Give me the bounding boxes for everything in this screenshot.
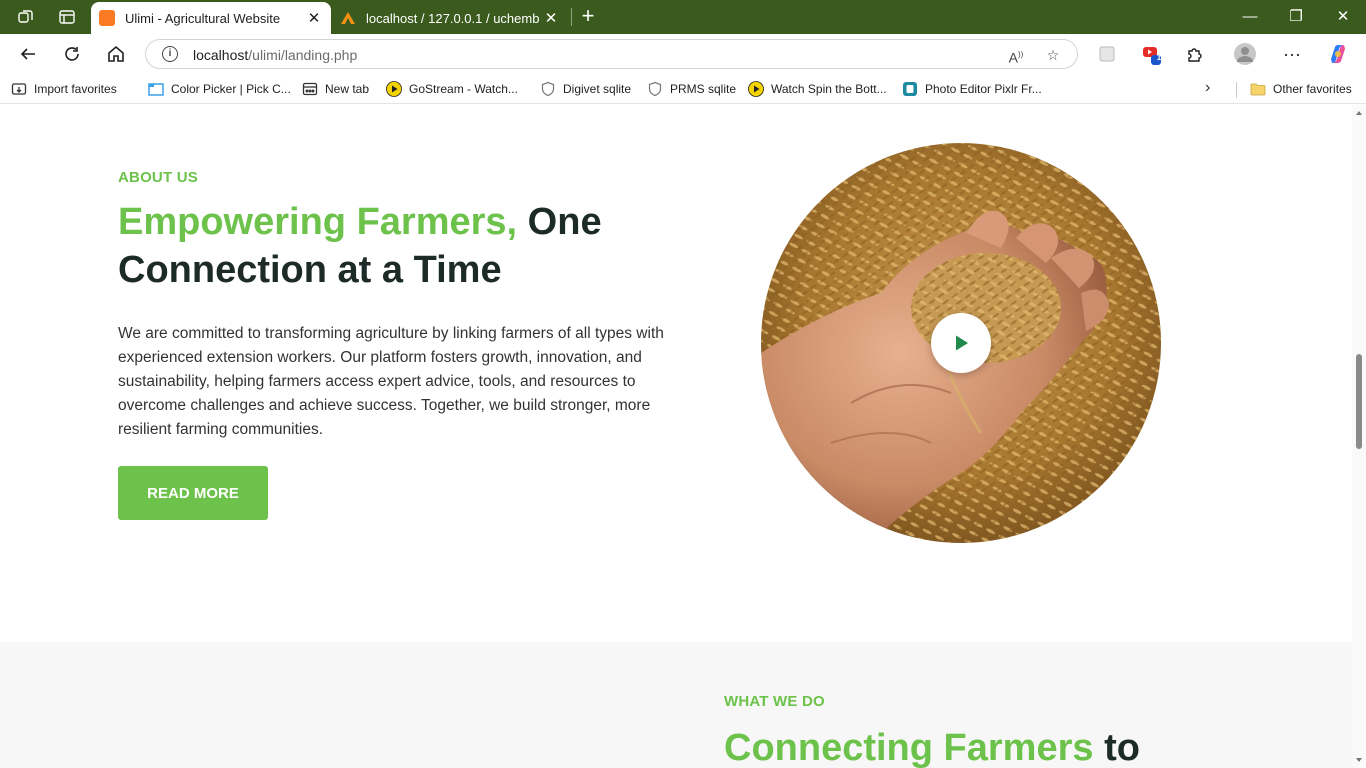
scroll-up-arrow-icon[interactable] bbox=[1356, 111, 1362, 115]
play-icon bbox=[956, 335, 968, 351]
folder-icon bbox=[1250, 81, 1266, 97]
bookmarks-bar: Import favorites Color Picker | Pick C..… bbox=[0, 74, 1366, 104]
shield-icon bbox=[540, 81, 556, 97]
bookmark-import-favorites[interactable]: Import favorites bbox=[11, 79, 117, 99]
bookmark-watch-spin[interactable]: Watch Spin the Bott... bbox=[748, 79, 887, 99]
read-more-button[interactable]: READ MORE bbox=[118, 466, 268, 520]
copilot-icon[interactable] bbox=[1324, 40, 1352, 68]
minimize-icon[interactable]: — bbox=[1227, 6, 1273, 28]
phpmyadmin-favicon-icon bbox=[340, 10, 356, 26]
workspaces-icon[interactable] bbox=[16, 7, 36, 27]
bookmarks-overflow-chevron-icon[interactable]: › bbox=[1205, 79, 1210, 97]
address-bar[interactable]: i localhost/ulimi/landing.php A)) ☆ bbox=[145, 39, 1078, 69]
scroll-down-arrow-icon[interactable] bbox=[1356, 758, 1362, 762]
bookmark-pixlr[interactable]: Photo Editor Pixlr Fr... bbox=[902, 79, 1042, 99]
about-heading-highlight: Empowering Farmers, bbox=[118, 201, 518, 243]
what-we-do-section: WHAT WE DO Connecting Farmers to bbox=[0, 642, 1352, 768]
new-tab-page-icon bbox=[302, 81, 318, 97]
xampp-favicon-icon bbox=[99, 10, 115, 26]
what-we-do-heading-rest: to bbox=[1093, 727, 1140, 768]
more-menu-icon[interactable]: ··· bbox=[1278, 40, 1306, 68]
import-icon bbox=[11, 81, 27, 97]
bookmark-prms-sqlite[interactable]: PRMS sqlite bbox=[647, 79, 736, 99]
youtube-extension-icon[interactable]: 1 bbox=[1139, 40, 1167, 68]
about-eyebrow: ABOUT US bbox=[118, 169, 198, 186]
favorite-star-icon[interactable]: ☆ bbox=[1043, 45, 1063, 65]
pixlr-logo-icon bbox=[902, 81, 918, 97]
bookmark-separator bbox=[1236, 82, 1237, 98]
tab-title: localhost / 127.0.0.1 / uchembere bbox=[366, 10, 540, 26]
refresh-icon[interactable] bbox=[58, 40, 86, 68]
play-logo-icon bbox=[386, 81, 402, 97]
restore-icon[interactable]: ❐ bbox=[1273, 6, 1319, 28]
bookmark-new-tab[interactable]: New tab bbox=[302, 79, 369, 99]
read-aloud-icon[interactable]: A)) bbox=[1006, 45, 1026, 66]
browser-toolbar: i localhost/ulimi/landing.php A)) ☆ 1 ··… bbox=[0, 34, 1366, 74]
tab-close-icon[interactable]: ✕ bbox=[540, 9, 562, 27]
about-video-thumbnail[interactable] bbox=[761, 143, 1161, 543]
color-picker-icon bbox=[148, 81, 164, 97]
tab-ulimi[interactable]: Ulimi - Agricultural Website ✕ bbox=[91, 2, 331, 34]
play-video-button[interactable] bbox=[931, 313, 991, 373]
page-viewport: ABOUT US Empowering Farmers, One Connect… bbox=[0, 105, 1352, 768]
tab-separator bbox=[571, 8, 572, 26]
tab-phpmyadmin[interactable]: localhost / 127.0.0.1 / uchembere ✕ bbox=[332, 2, 568, 34]
profile-avatar-icon[interactable] bbox=[1231, 40, 1259, 68]
bookmark-digivet-sqlite[interactable]: Digivet sqlite bbox=[540, 79, 631, 99]
site-info-icon[interactable]: i bbox=[162, 46, 178, 62]
bookmark-other-favorites[interactable]: Other favorites bbox=[1250, 79, 1352, 99]
tab-title: Ulimi - Agricultural Website bbox=[125, 10, 281, 26]
about-heading: Empowering Farmers, One Connection at a … bbox=[118, 198, 678, 294]
what-we-do-eyebrow: WHAT WE DO bbox=[724, 693, 825, 710]
tab-close-icon[interactable]: ✕ bbox=[303, 9, 325, 27]
url-text[interactable]: localhost/ulimi/landing.php bbox=[193, 47, 357, 63]
bookmark-gostream[interactable]: GoStream - Watch... bbox=[386, 79, 518, 99]
browser-tabstrip: Ulimi - Agricultural Website ✕ localhost… bbox=[0, 0, 1366, 34]
scrollbar-thumb[interactable] bbox=[1356, 354, 1362, 449]
about-description: We are committed to transforming agricul… bbox=[118, 325, 664, 438]
extensions-puzzle-icon[interactable] bbox=[1181, 40, 1209, 68]
bookmark-color-picker[interactable]: Color Picker | Pick C... bbox=[148, 79, 291, 99]
what-we-do-heading: Connecting Farmers to bbox=[724, 724, 1140, 768]
back-icon[interactable] bbox=[14, 40, 42, 68]
extension-badge: 1 bbox=[1156, 53, 1162, 62]
shield-icon bbox=[647, 81, 663, 97]
page-scrollbar[interactable] bbox=[1352, 105, 1366, 768]
extension-placeholder-icon[interactable] bbox=[1093, 40, 1121, 68]
play-logo-icon bbox=[748, 81, 764, 97]
home-icon[interactable] bbox=[102, 40, 130, 68]
close-window-icon[interactable]: ✕ bbox=[1320, 6, 1366, 28]
what-we-do-heading-highlight: Connecting Farmers bbox=[724, 727, 1094, 768]
tab-actions-icon[interactable] bbox=[57, 7, 77, 27]
new-tab-icon[interactable]: + bbox=[578, 5, 598, 29]
